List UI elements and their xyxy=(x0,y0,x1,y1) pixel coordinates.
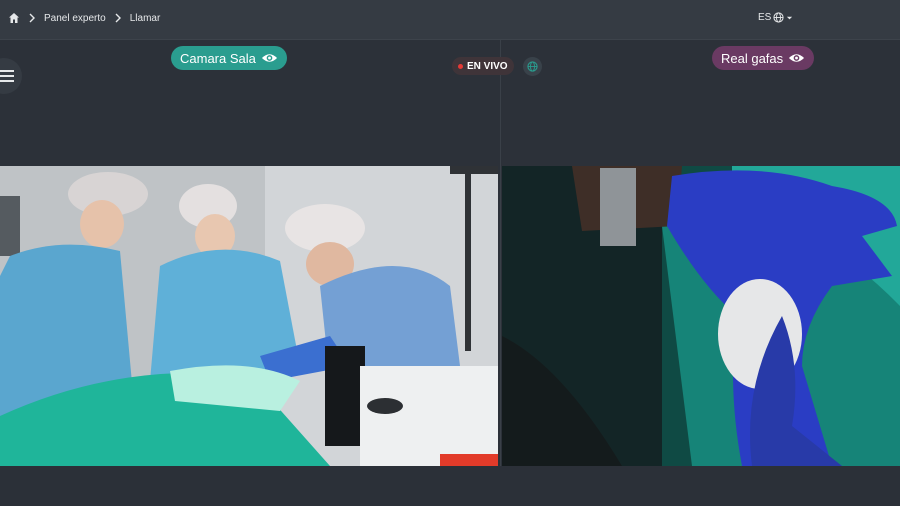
room-camera-video[interactable] xyxy=(0,166,498,466)
hamburger-icon xyxy=(0,70,14,82)
globe-icon xyxy=(527,61,538,72)
split-divider xyxy=(500,40,501,466)
room-camera-toggle[interactable]: Camara Sala xyxy=(171,46,287,70)
room-camera-label: Camara Sala xyxy=(180,50,256,66)
chevron-right-icon xyxy=(114,13,122,23)
caret-down-icon xyxy=(787,16,793,19)
glasses-camera-toggle[interactable]: Real gafas xyxy=(712,46,815,70)
breadcrumb-panel-experto[interactable]: Panel experto xyxy=(44,13,106,24)
live-dot-icon xyxy=(458,63,463,69)
chevron-right-icon xyxy=(28,13,36,23)
live-label: EN VIVO xyxy=(467,60,508,72)
stream-globe-button[interactable] xyxy=(523,57,542,76)
live-badge: EN VIVO xyxy=(452,57,514,75)
home-icon[interactable] xyxy=(8,12,20,24)
globe-icon xyxy=(773,12,784,23)
glasses-camera-label: Real gafas xyxy=(721,50,784,66)
breadcrumb-llamar: Llamar xyxy=(129,12,161,24)
eye-icon xyxy=(789,54,805,62)
bottom-strip xyxy=(0,466,900,506)
language-code: ES xyxy=(758,12,772,23)
language-selector[interactable]: ES xyxy=(758,12,793,23)
breadcrumb: Panel experto Llamar xyxy=(8,12,160,24)
top-bar: Panel experto Llamar ES xyxy=(0,0,900,40)
glasses-camera-video[interactable] xyxy=(502,166,900,466)
eye-icon xyxy=(261,54,277,62)
